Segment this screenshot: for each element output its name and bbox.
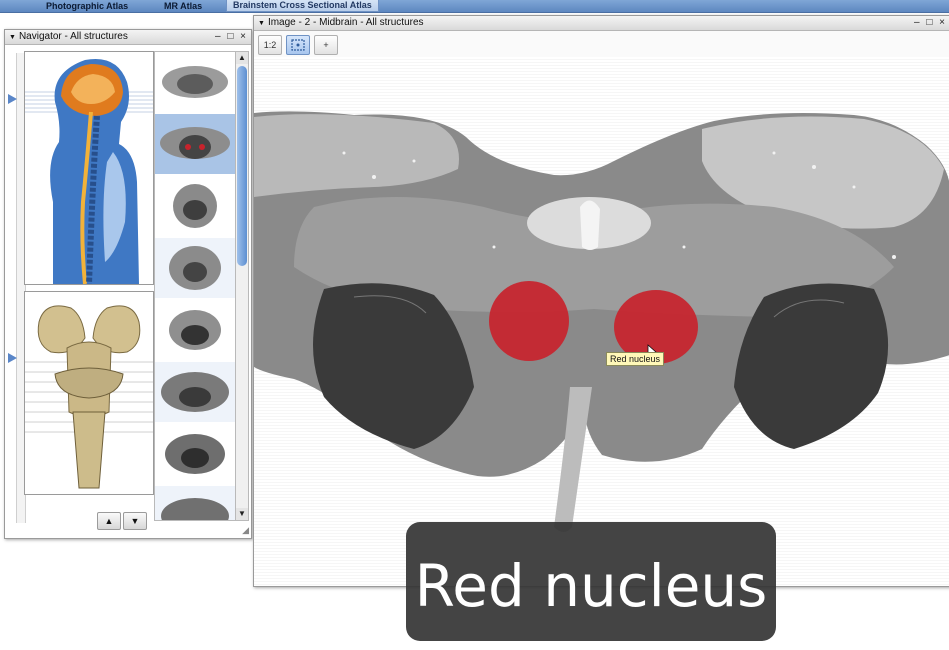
- section-thumbnail-selected[interactable]: [155, 114, 235, 174]
- section-thumbnail[interactable]: [155, 300, 235, 360]
- section-thumbnail[interactable]: [155, 52, 235, 112]
- fit-to-window-icon[interactable]: [286, 35, 310, 55]
- step-down-button[interactable]: ▼: [123, 512, 147, 530]
- level-marker-arrow-icon[interactable]: [8, 94, 17, 104]
- atlas-tab-bar: Photographic Atlas MR Atlas Brainstem Cr…: [0, 0, 949, 13]
- section-thumbnail[interactable]: [155, 238, 235, 298]
- scrollbar-thumb[interactable]: [237, 66, 247, 266]
- navigator-title: Navigator - All structures: [18, 31, 128, 42]
- level-marker-arrow-icon[interactable]: [8, 353, 17, 363]
- scroll-down-arrow-icon[interactable]: ▼: [236, 508, 248, 520]
- window-controls[interactable]: – □ ×: [914, 16, 947, 30]
- step-up-button[interactable]: ▲: [97, 512, 121, 530]
- window-controls[interactable]: – □ ×: [215, 30, 248, 44]
- brainstem-illustration[interactable]: [24, 291, 154, 495]
- section-thumbnail[interactable]: [155, 176, 235, 236]
- video-caption: Red nucleus: [406, 522, 776, 641]
- tab-brainstem-cross-sectional-atlas[interactable]: Brainstem Cross Sectional Atlas: [226, 0, 379, 12]
- navigator-window: ▼ Navigator - All structures – □ × ▲ ▼ ▲…: [4, 29, 252, 539]
- navigator-body: ▲ ▼ ▲ ▼ ◢: [5, 45, 251, 538]
- section-thumbnail[interactable]: [155, 424, 235, 484]
- navigator-titlebar[interactable]: ▼ Navigator - All structures – □ ×: [5, 30, 251, 45]
- sagittal-anatomy-illustration[interactable]: [24, 51, 154, 285]
- image-window-title: Image - 2 - Midbrain - All structures: [267, 17, 424, 28]
- scroll-up-arrow-icon[interactable]: ▲: [236, 52, 248, 64]
- thumbnail-scrollbar[interactable]: ▲ ▼: [235, 51, 249, 521]
- navigator-step-buttons: ▲ ▼: [97, 511, 149, 530]
- crosshair-icon[interactable]: +: [314, 35, 338, 55]
- tab-mr-atlas[interactable]: MR Atlas: [158, 0, 208, 12]
- structure-tooltip: Red nucleus: [606, 352, 665, 366]
- cross-section-thumbnail-list[interactable]: [154, 51, 236, 521]
- image-window: ▼ Image - 2 - Midbrain - All structures –…: [253, 15, 949, 587]
- collapse-triangle-icon[interactable]: ▼: [258, 20, 265, 27]
- image-titlebar[interactable]: ▼ Image - 2 - Midbrain - All structures –…: [254, 16, 949, 31]
- resize-grip-icon[interactable]: ◢: [242, 525, 249, 536]
- section-thumbnail[interactable]: [155, 486, 235, 520]
- tab-photographic-atlas[interactable]: Photographic Atlas: [40, 0, 134, 12]
- scale-ruler-icon[interactable]: 1:2: [258, 35, 282, 55]
- image-toolbar: 1:2 +: [254, 31, 949, 57]
- collapse-triangle-icon[interactable]: ▼: [9, 34, 16, 41]
- midbrain-section-image[interactable]: [254, 57, 949, 586]
- section-thumbnail[interactable]: [155, 362, 235, 422]
